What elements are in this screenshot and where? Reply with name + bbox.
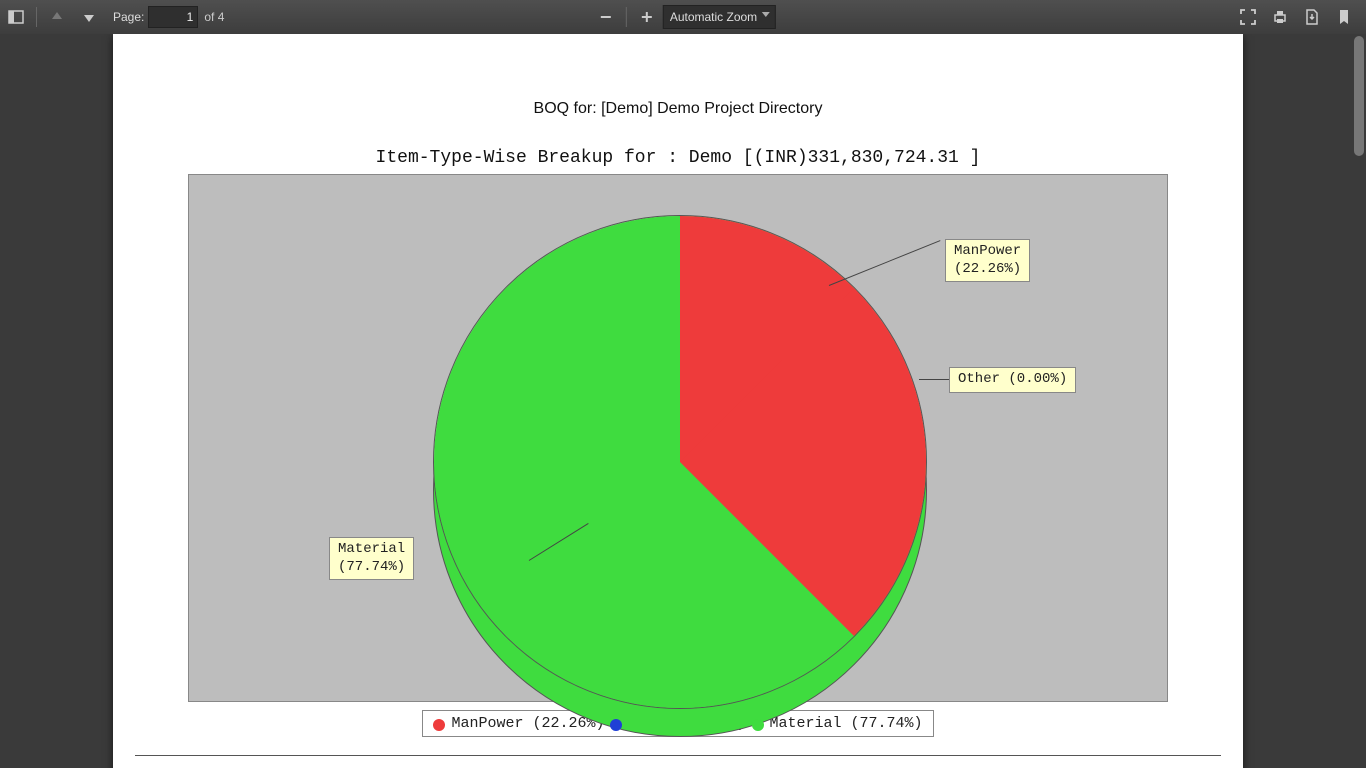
legend-label-material: Material (77.74%) [770,715,923,732]
prev-page-button[interactable] [43,3,71,31]
callout-leader [919,379,949,380]
pdf-page: BOQ for: [Demo] Demo Project Directory I… [113,34,1243,768]
scrollbar-thumb[interactable] [1354,36,1364,156]
document-title: BOQ for: [Demo] Demo Project Directory [113,100,1243,118]
zoom-in-button[interactable] [633,3,661,31]
zoom-mode-value: Automatic Zoom [670,10,757,24]
page-total-label: of 4 [204,10,224,24]
zoom-out-button[interactable] [592,3,620,31]
toolbar-right [1232,3,1366,31]
bookmark-button[interactable] [1330,3,1358,31]
separator [626,7,627,27]
download-button[interactable] [1298,3,1326,31]
page-number-input[interactable] [148,6,198,28]
pie-chart: ManPower(22.26%) Other (0.00%) Material(… [188,174,1168,702]
toolbar-center: Automatic Zoom [590,3,776,31]
pie-callout-other: Other (0.00%) [949,367,1076,393]
chart-title: Item-Type-Wise Breakup for : Demo [(INR)… [113,148,1243,168]
legend-swatch-manpower [433,719,445,731]
pie-top-face [433,215,927,709]
print-button[interactable] [1266,3,1294,31]
sidebar-toggle-button[interactable] [2,3,30,31]
legend-swatch-other [610,719,622,731]
horizontal-rule [135,755,1221,756]
fullscreen-button[interactable] [1234,3,1262,31]
pdf-toolbar: Page: of 4 Automatic Zoom [0,0,1366,34]
page-label: Page: [113,10,144,24]
legend-label-manpower: ManPower (22.26%) [451,715,604,732]
separator [36,7,37,27]
legend-swatch-material [752,719,764,731]
pie-callout-material: Material(77.74%) [329,537,414,580]
pdf-viewport[interactable]: BOQ for: [Demo] Demo Project Directory I… [0,34,1366,768]
next-page-button[interactable] [75,3,103,31]
zoom-mode-select[interactable]: Automatic Zoom [663,5,776,29]
pie-callout-manpower: ManPower(22.26%) [945,239,1030,282]
chevron-down-icon [762,12,770,17]
